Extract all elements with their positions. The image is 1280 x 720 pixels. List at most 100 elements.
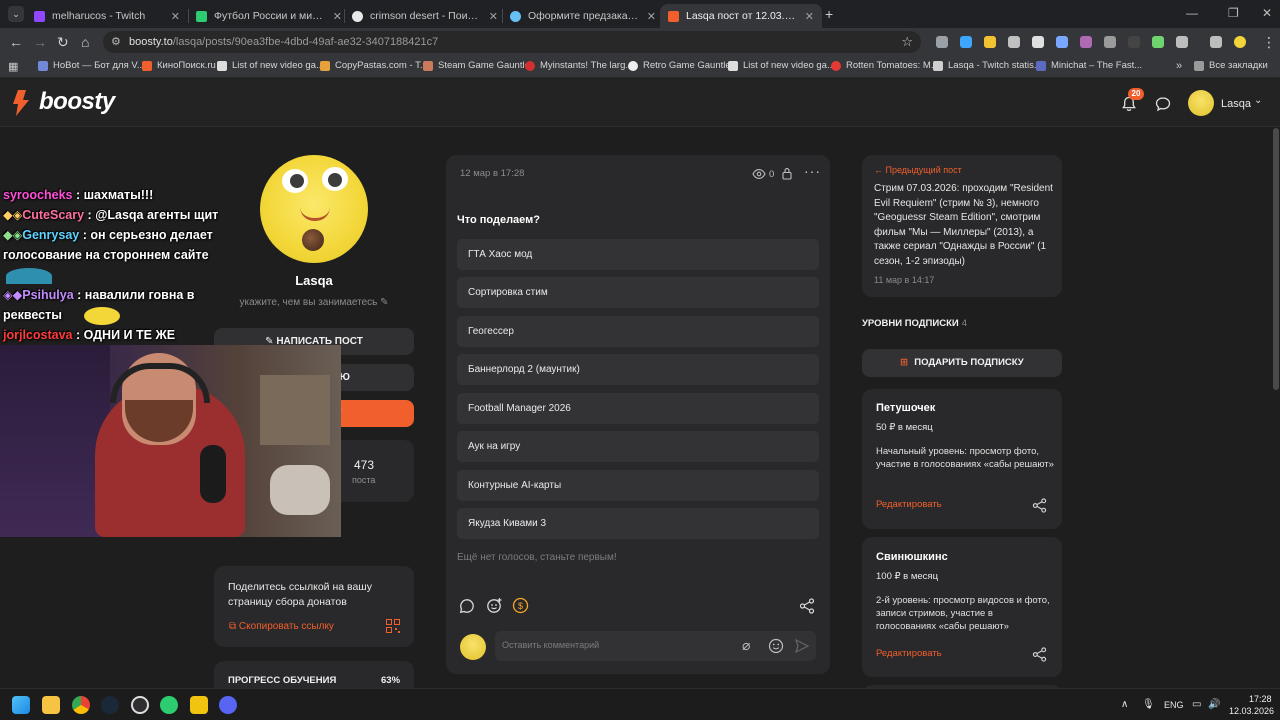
- close-icon[interactable]: ✕: [171, 10, 180, 23]
- bookmark-star-icon[interactable]: ☆: [901, 34, 913, 50]
- close-icon[interactable]: ✕: [333, 10, 342, 23]
- user-avatar[interactable]: [1188, 90, 1214, 116]
- volume-icon[interactable]: 🔊: [1208, 699, 1220, 710]
- media-icon[interactable]: [1210, 36, 1222, 48]
- close-icon[interactable]: ✕: [805, 10, 814, 23]
- file-explorer-icon[interactable]: [42, 696, 60, 714]
- edit-tier-link[interactable]: Редактировать: [876, 648, 942, 659]
- boosty-logo[interactable]: boosty: [39, 88, 115, 116]
- chrome-icon[interactable]: [72, 696, 90, 714]
- qr-code-icon[interactable]: [386, 619, 400, 633]
- new-tab-button[interactable]: +: [825, 6, 833, 22]
- tab-twitch[interactable]: melharucos - Twitch ✕: [26, 4, 188, 28]
- tab-google-search[interactable]: crimson desert - Поиск в Goog ✕: [344, 4, 506, 28]
- clock-time[interactable]: 17:28: [1249, 694, 1272, 704]
- apps-grid-icon[interactable]: ▦: [8, 60, 18, 73]
- poll-option[interactable]: Баннерлорд 2 (маунтик): [457, 354, 819, 385]
- tray-overflow-icon[interactable]: ∧: [1121, 699, 1128, 710]
- extension-icon[interactable]: [1104, 36, 1116, 48]
- address-bar[interactable]: ⚙ boosty.to/lasqa/posts/90ea3fbe-4dbd-49…: [103, 31, 921, 53]
- extension-icon[interactable]: [1056, 36, 1068, 48]
- poll-option[interactable]: Аук на игру: [457, 431, 819, 462]
- previous-post-text[interactable]: Стрим 07.03.2026: проходим "Resident Evi…: [874, 182, 1054, 269]
- maximize-icon[interactable]: ❐: [1228, 6, 1239, 20]
- bookmark-item[interactable]: Myinstants! The larg...: [525, 60, 633, 71]
- all-bookmarks[interactable]: Все закладки: [1194, 60, 1268, 71]
- minimize-icon[interactable]: —: [1186, 6, 1198, 20]
- share-icon[interactable]: [1032, 498, 1047, 513]
- back-icon[interactable]: ←: [9, 34, 23, 50]
- app-icon[interactable]: [190, 696, 208, 714]
- more-bookmarks-icon[interactable]: »: [1176, 60, 1182, 72]
- poll-option[interactable]: Геогессер: [457, 316, 819, 347]
- poll-option[interactable]: Сортировка стим: [457, 277, 819, 308]
- extension-icon[interactable]: [984, 36, 996, 48]
- add-reaction-icon[interactable]: [486, 597, 503, 614]
- boosty-logo-icon[interactable]: [10, 90, 32, 116]
- donate-coin-icon[interactable]: $: [512, 597, 529, 614]
- obs-icon[interactable]: [131, 696, 149, 714]
- share-icon[interactable]: [799, 598, 815, 614]
- language-indicator[interactable]: ENG: [1164, 700, 1184, 710]
- profile-icon[interactable]: [1234, 36, 1246, 48]
- attach-icon[interactable]: ⌀: [742, 637, 750, 654]
- windows-start-icon[interactable]: [12, 696, 30, 714]
- bookmark-item[interactable]: Rotten Tomatoes: M...: [831, 60, 939, 71]
- tab-football[interactable]: Футбол России и мира 2026 - · ✕: [188, 4, 350, 28]
- steam-icon[interactable]: [101, 696, 119, 714]
- network-icon[interactable]: ▭: [1192, 699, 1201, 710]
- edit-tier-link[interactable]: Редактировать: [876, 499, 942, 510]
- extension-icon[interactable]: [960, 36, 972, 48]
- extension-icon[interactable]: [1032, 36, 1044, 48]
- extension-icon[interactable]: [1152, 36, 1164, 48]
- pencil-icon[interactable]: ✎: [380, 297, 388, 308]
- windows-taskbar: ∧ 🎙 ENG ▭ 🔊 17:28 12.03.2026: [0, 688, 1280, 720]
- more-options-icon[interactable]: ···: [804, 163, 821, 179]
- app-icon[interactable]: [160, 696, 178, 714]
- app-icon[interactable]: [219, 696, 237, 714]
- extension-icon[interactable]: [1008, 36, 1020, 48]
- extension-icon[interactable]: [1080, 36, 1092, 48]
- chevron-down-icon[interactable]: ⌄: [1254, 95, 1262, 106]
- bookmark-item[interactable]: Minichat – The Fast...: [1036, 60, 1142, 71]
- clock-date[interactable]: 12.03.2026: [1229, 706, 1274, 716]
- bookmark-item[interactable]: List of new video ga...: [217, 60, 324, 71]
- lock-icon[interactable]: [782, 167, 792, 180]
- poll-option[interactable]: Контурные AI-карты: [457, 470, 819, 501]
- reload-icon[interactable]: ↻: [57, 34, 69, 50]
- comment-icon[interactable]: [459, 598, 475, 614]
- extension-icon[interactable]: [936, 36, 948, 48]
- site-info-icon[interactable]: ⚙: [111, 35, 121, 48]
- close-icon[interactable]: ✕: [489, 10, 498, 23]
- messages-icon[interactable]: [1155, 96, 1171, 112]
- previous-post-link[interactable]: ← Предыдущий пост: [874, 165, 962, 175]
- home-icon[interactable]: ⌂: [81, 34, 89, 50]
- close-icon[interactable]: ✕: [647, 10, 656, 23]
- menu-dots-icon[interactable]: ⋮: [1262, 34, 1276, 50]
- microphone-icon[interactable]: 🎙: [1142, 699, 1155, 710]
- gift-subscription-button[interactable]: ⊞ ПОДАРИТЬ ПОДПИСКУ: [862, 349, 1062, 377]
- header-username[interactable]: Lasqa: [1221, 98, 1251, 110]
- bookmark-item[interactable]: Steam Game Gauntlet: [423, 60, 533, 71]
- copy-link-button[interactable]: ⧉ Скопировать ссылку: [229, 621, 334, 632]
- poll-option[interactable]: Якудза Кивами 3: [457, 508, 819, 539]
- bookmark-item[interactable]: List of new video ga...: [728, 60, 835, 71]
- poll-option[interactable]: ГТА Хаос мод: [457, 239, 819, 270]
- bookmark-item[interactable]: HoBot — Бот для V...: [38, 60, 145, 71]
- poll-option[interactable]: Football Manager 2026: [457, 393, 819, 424]
- tab-boosty[interactable]: Lasqa пост от 12.03.2026 на Bo ✕: [660, 4, 822, 28]
- close-window-icon[interactable]: ✕: [1262, 6, 1272, 20]
- tab-search-icon[interactable]: ⌄: [8, 6, 24, 22]
- extension-icon[interactable]: [1128, 36, 1140, 48]
- bookmark-item[interactable]: КиноПоиск.ru: [142, 60, 216, 71]
- forward-icon[interactable]: →: [33, 34, 47, 50]
- emoji-icon[interactable]: [768, 638, 784, 654]
- share-icon[interactable]: [1032, 647, 1047, 662]
- puzzle-icon[interactable]: [1176, 36, 1188, 48]
- bookmark-item[interactable]: Lasqa - Twitch statis...: [933, 60, 1042, 71]
- tab-steam[interactable]: Оформите предзаказ на Crimso ✕: [502, 4, 664, 28]
- send-icon[interactable]: [795, 639, 809, 653]
- page-scrollbar[interactable]: [1273, 128, 1279, 390]
- bookmark-item[interactable]: Retro Game Gauntlet: [628, 60, 733, 71]
- bookmark-item[interactable]: CopyPastas.com - T...: [320, 60, 428, 71]
